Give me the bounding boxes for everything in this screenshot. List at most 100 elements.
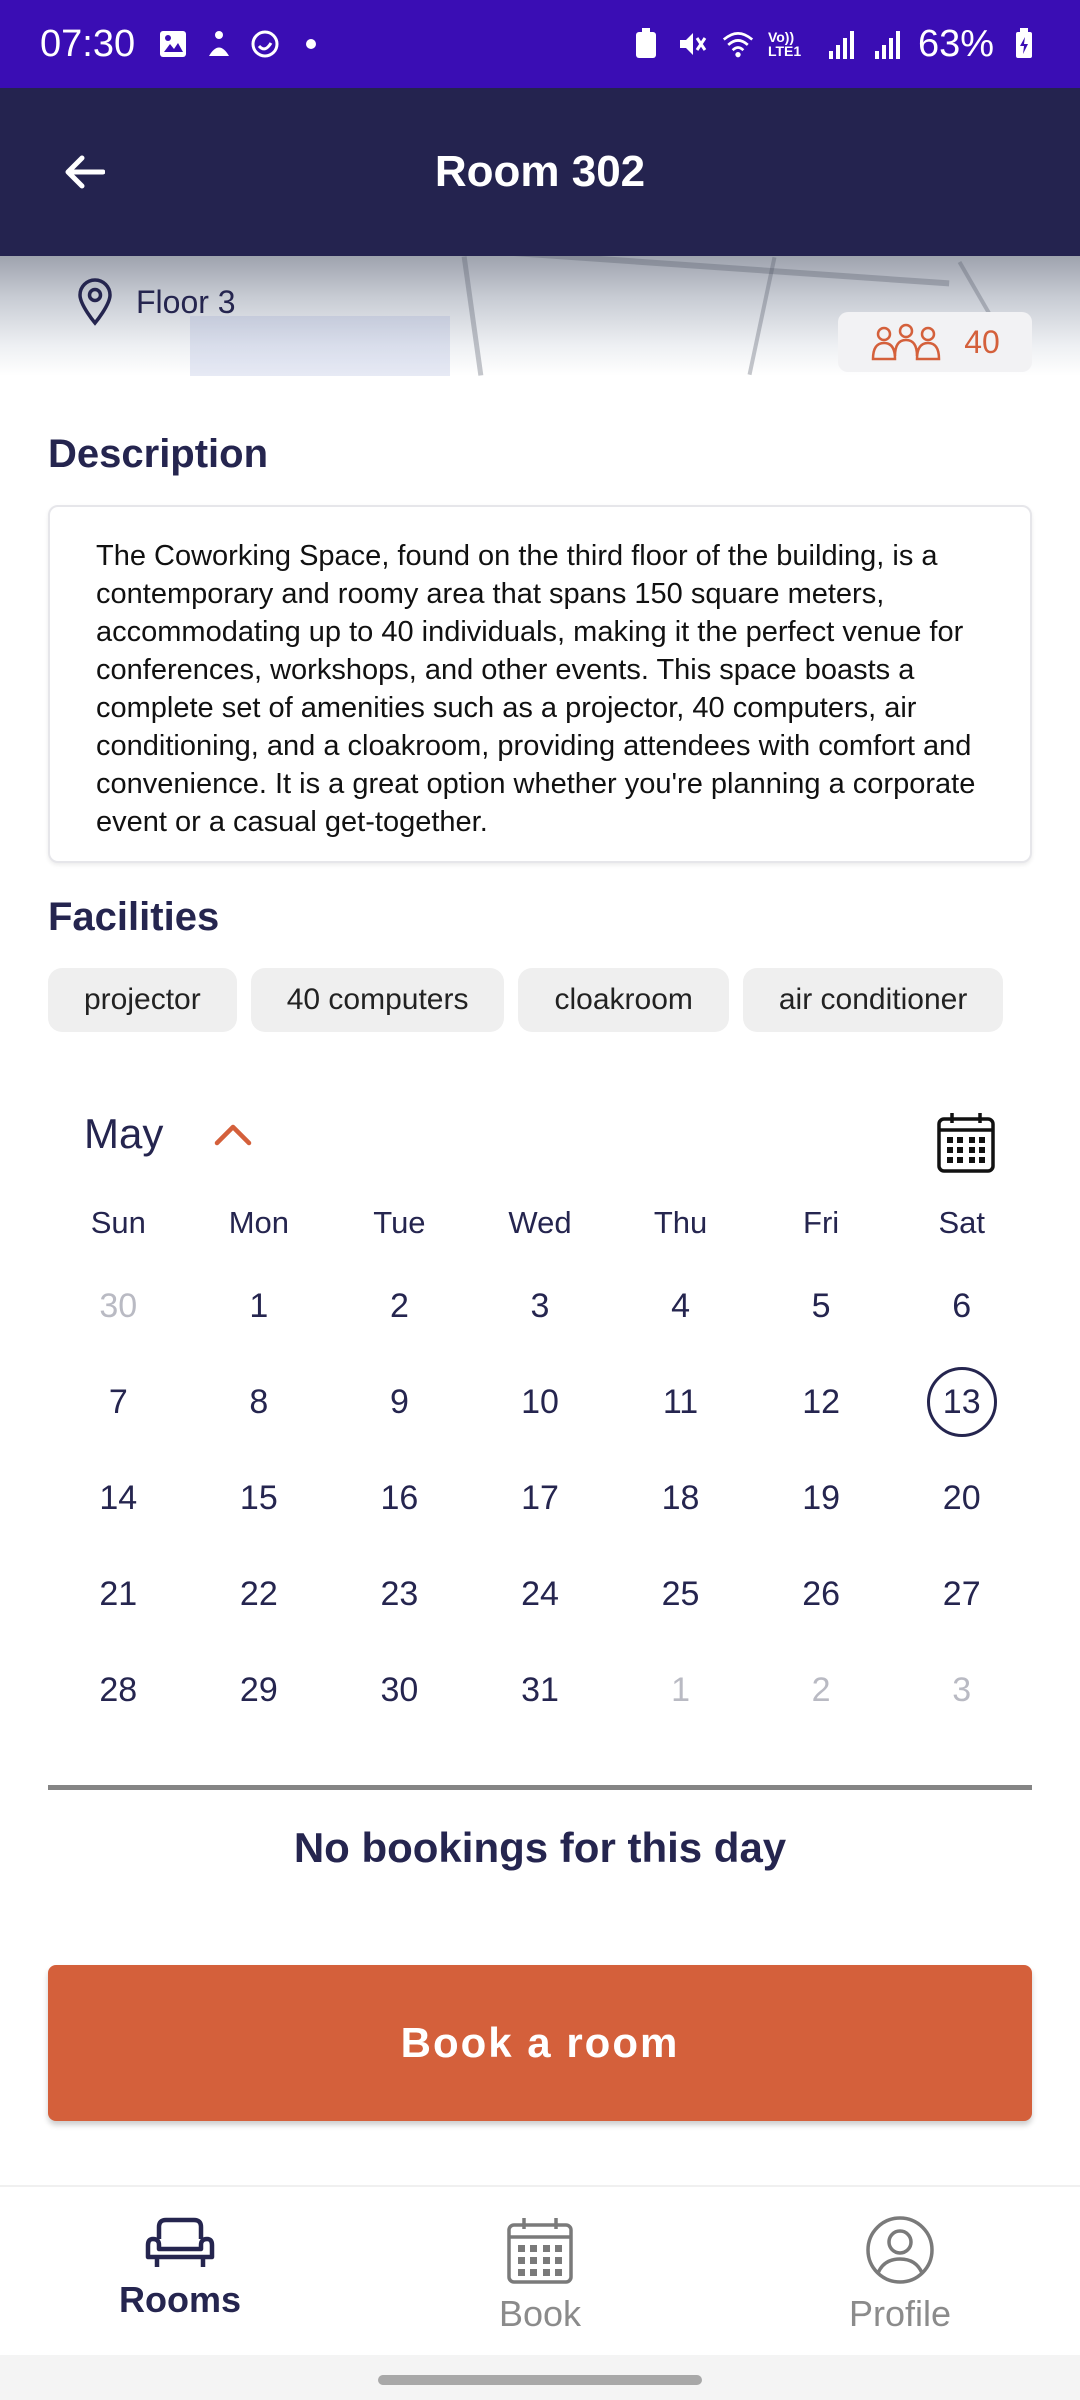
calendar-day-number: 2 (389, 1286, 409, 1325)
calendar-day-number: 22 (239, 1574, 278, 1613)
calendar-day-number: 30 (380, 1670, 419, 1709)
calendar-day-selected[interactable]: 13 (891, 1354, 1032, 1450)
dot-notification-icon (295, 28, 327, 60)
facility-chip: projector (48, 968, 237, 1032)
calendar-day-number: 12 (802, 1382, 841, 1421)
calendar-day-number: 1 (671, 1670, 691, 1709)
bottom-nav: Rooms Book Profile (0, 2185, 1080, 2355)
weekday-label: Thu (653, 1205, 708, 1240)
calendar-day-number: 27 (942, 1574, 981, 1613)
nav-item-book[interactable]: Book (360, 2187, 720, 2355)
facility-chip: cloakroom (518, 968, 729, 1032)
battery-icon (1008, 28, 1040, 60)
no-bookings-message: No bookings for this day (293, 1824, 787, 1871)
calendar-day[interactable]: 3 (891, 1642, 1032, 1738)
app-header: Room 302 (0, 88, 1080, 256)
calendar-day[interactable]: 28 (48, 1642, 189, 1738)
calendar-day[interactable]: 2 (329, 1258, 470, 1354)
wifi-icon (722, 28, 754, 60)
people-icon (871, 323, 941, 361)
chevron-up-icon (215, 1124, 252, 1146)
calendar-day-number: 28 (99, 1670, 138, 1709)
room-photo: Floor 3 40 (0, 256, 1080, 376)
calendar-day[interactable]: 25 (610, 1546, 751, 1642)
calendar-day[interactable]: 3 (470, 1258, 611, 1354)
calendar-day[interactable]: 19 (751, 1450, 892, 1546)
notification-icons (157, 28, 327, 60)
floor-label: Floor 3 (136, 283, 236, 320)
nav-label-rooms: Rooms (118, 2279, 241, 2320)
status-bar: 07:30 Vo)) LTE1 63% (0, 0, 1080, 88)
calendar-day[interactable]: 22 (189, 1546, 330, 1642)
page-title: Room 302 (434, 147, 646, 196)
calendar-day-number: 19 (802, 1478, 841, 1517)
description-heading: Description (48, 432, 269, 476)
home-gesture-bar[interactable] (378, 2375, 702, 2385)
calendar-day-number: 31 (521, 1670, 559, 1709)
calendar-header: May (84, 1110, 253, 1158)
mute-icon (676, 28, 708, 60)
system-icons: Vo)) LTE1 63% (630, 23, 1040, 66)
calendar-day[interactable]: 11 (610, 1354, 751, 1450)
calendar-day[interactable]: 17 (470, 1450, 611, 1546)
calendar-day[interactable]: 4 (610, 1258, 751, 1354)
calendar-day[interactable]: 29 (189, 1642, 330, 1738)
calendar-day[interactable]: 16 (329, 1450, 470, 1546)
calendar-day-number: 23 (380, 1574, 419, 1613)
calendar-day[interactable]: 18 (610, 1450, 751, 1546)
calendar-view-button[interactable] (936, 1110, 996, 1174)
calendar-day[interactable]: 26 (751, 1546, 892, 1642)
calendar-day-number: 15 (239, 1478, 278, 1517)
calendar-day[interactable]: 10 (470, 1354, 611, 1450)
calendar-day[interactable]: 1 (610, 1642, 751, 1738)
calendar-day-number: 25 (661, 1574, 700, 1613)
back-button[interactable] (52, 140, 116, 204)
nav-item-rooms[interactable]: Rooms (0, 2187, 360, 2355)
calendar-day-number: 8 (249, 1382, 269, 1421)
calendar-day[interactable]: 20 (891, 1450, 1032, 1546)
month-label: May (84, 1110, 164, 1157)
calendar-day[interactable]: 6 (891, 1258, 1032, 1354)
calendar-day-number: 9 (389, 1382, 409, 1421)
calendar-day-number: 16 (380, 1478, 419, 1517)
calendar-day[interactable]: 12 (751, 1354, 892, 1450)
battery-percent: 63% (917, 22, 994, 65)
calendar-day-number: 7 (108, 1382, 128, 1421)
calendar-day-number: 4 (671, 1286, 691, 1325)
calendar-day[interactable]: 9 (329, 1354, 470, 1450)
accessibility-notification-icon (203, 28, 235, 60)
book-room-button[interactable]: Book a room (48, 1965, 1032, 2121)
calendar-day-number: 14 (99, 1478, 138, 1517)
calendar-day[interactable]: 7 (48, 1354, 189, 1450)
floor-info: Floor 3 (76, 278, 236, 326)
calendar-day[interactable]: 24 (470, 1546, 611, 1642)
calendar-day[interactable]: 1 (189, 1258, 330, 1354)
status-time: 07:30 (40, 22, 136, 65)
facilities-list: projector 40 computers cloakroom air con… (48, 968, 1004, 1032)
description-text: The Coworking Space, found on the third … (96, 540, 976, 838)
calendar-day-number: 26 (802, 1574, 841, 1613)
calendar-icon (937, 1113, 995, 1173)
battery-saver-icon (630, 28, 662, 60)
facility-chip: air conditioner (742, 968, 1004, 1032)
arrow-left-icon (65, 155, 105, 189)
calendar-day[interactable]: 2 (751, 1642, 892, 1738)
calendar-day-number: 29 (239, 1670, 278, 1709)
description-card: The Coworking Space, found on the third … (48, 505, 1032, 863)
calendar-day[interactable]: 5 (751, 1258, 892, 1354)
calendar-day[interactable]: 15 (189, 1450, 330, 1546)
collapse-calendar-button[interactable] (213, 1121, 253, 1147)
calendar-day[interactable]: 21 (48, 1546, 189, 1642)
calendar-day[interactable]: 30 (48, 1258, 189, 1354)
calendar-day[interactable]: 14 (48, 1450, 189, 1546)
calendar-day-number: 30 (99, 1286, 138, 1325)
nav-label-book: Book (498, 2293, 582, 2334)
calendar-day[interactable]: 8 (189, 1354, 330, 1450)
calendar-day[interactable]: 27 (891, 1546, 1032, 1642)
calendar-day[interactable]: 30 (329, 1642, 470, 1738)
calendar-day[interactable]: 23 (329, 1546, 470, 1642)
calendar-day[interactable]: 31 (470, 1642, 611, 1738)
calendar-day-number: 1 (249, 1286, 269, 1325)
nav-item-profile[interactable]: Profile (720, 2187, 1080, 2355)
divider (48, 1785, 1032, 1790)
